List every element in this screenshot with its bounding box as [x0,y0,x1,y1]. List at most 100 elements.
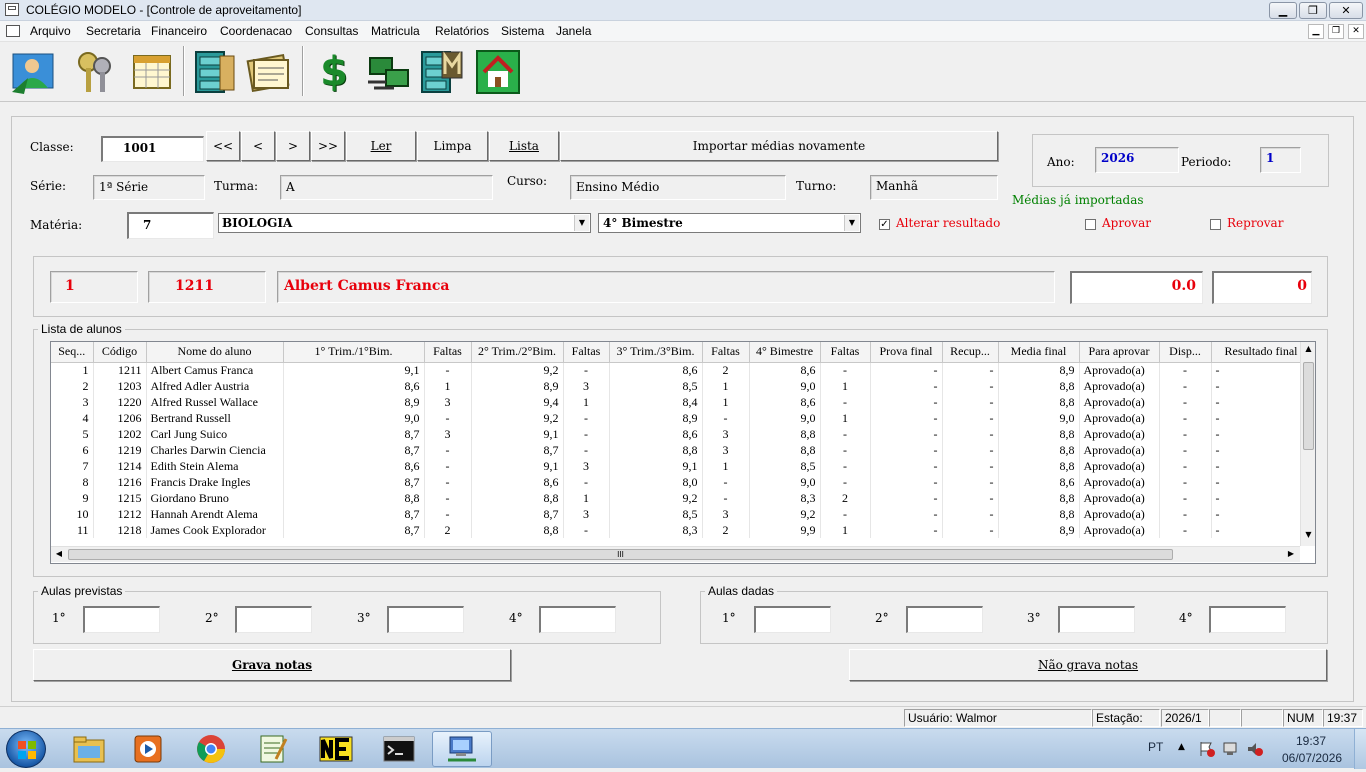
scroll-thumb[interactable] [1303,362,1314,450]
chevron-down-icon[interactable]: ▼ [574,215,589,231]
column-header[interactable]: Faltas [563,342,610,363]
mdi-close-button[interactable]: ✕ [1348,24,1364,39]
taskbar-cmd[interactable] [373,731,425,767]
table-row[interactable]: 11 1218 James Cook Explorador 8,7 2 8,8-8,3 2 9… [51,522,1301,538]
menu-janela[interactable]: Janela [556,24,591,38]
limpa-button[interactable]: Limpa [417,131,488,161]
file-cabinet-button[interactable] [188,47,240,97]
alterar-resultado-checkbox[interactable]: ✓ [879,219,890,230]
home-button[interactable] [472,47,524,97]
column-header[interactable]: 1° Trim./1°Bim. [283,342,425,363]
file-cabinet-m-button[interactable] [416,47,468,97]
tray-time[interactable]: 19:37 [1296,734,1326,748]
taskbar-explorer[interactable] [63,731,115,767]
aulas-dadas-input-3[interactable] [1058,606,1135,633]
grid-vertical-scrollbar[interactable]: ▲ ▼ [1300,342,1315,546]
scroll-right-arrow-icon[interactable]: ▶ [1285,549,1297,561]
nav-first-button[interactable]: << [206,131,240,161]
menu-coordenacao[interactable]: Coordenacao [220,24,292,38]
column-header[interactable]: Disp... [1159,342,1212,363]
column-header[interactable]: 3° Trim./3°Bim. [609,342,703,363]
lista-button[interactable]: Lista [489,131,559,161]
scroll-down-arrow-icon[interactable]: ▼ [1301,530,1316,544]
materia-code-input[interactable]: 7 [127,212,214,239]
start-button[interactable] [6,730,46,768]
column-header[interactable]: Para aprovar [1079,342,1160,363]
menu-financeiro[interactable]: Financeiro [151,24,207,38]
table-row[interactable]: 7 1214 Edith Stein Alema 8,6-9,1 3 9,1 1 8,5- - -… [51,458,1301,474]
column-header[interactable]: Resultado final [1211,342,1301,363]
reprovar-label[interactable]: Reprovar [1227,216,1283,230]
column-header[interactable]: Media final [998,342,1080,363]
aulas-dadas-input-2[interactable] [906,606,983,633]
table-row[interactable]: 8 1216 Francis Drake Ingles 8,7-8,6-8,0-9,0… [51,474,1301,490]
table-row[interactable]: 3 1220 Alfred Russel Wallace 8,9 3 9,4 1 8,4 1 8,… [51,394,1301,410]
grid-horizontal-scrollbar[interactable]: ◀ III ▶ [51,546,1300,562]
menu-arquivo[interactable]: Arquivo [30,24,71,38]
reprovar-checkbox[interactable] [1210,219,1221,230]
keys-button[interactable] [70,47,122,97]
mdi-minimize-button[interactable]: ▁ [1308,24,1324,39]
column-header[interactable]: Recup... [942,342,999,363]
taskbar-media-player[interactable] [122,731,174,767]
tray-flag-icon[interactable] [1198,740,1216,758]
classe-input[interactable]: 1001 [101,136,204,162]
menu-relatorios[interactable]: Relatórios [435,24,489,38]
table-row[interactable]: 5 1202 Carl Jung Suico 8,7 3 9,1-8,6 3 8,8- - -8,… [51,426,1301,442]
financeiro-button[interactable]: $ [308,47,360,97]
taskbar-network-app[interactable] [432,731,492,767]
aulas-previstas-input-4[interactable] [539,606,616,633]
calendar-button[interactable] [126,47,178,97]
network-button[interactable] [362,47,414,97]
column-header[interactable]: 4° Bimestre [749,342,821,363]
column-header[interactable]: Código [93,342,147,363]
aulas-dadas-input-4[interactable] [1209,606,1286,633]
aulas-previstas-input-2[interactable] [235,606,312,633]
table-row[interactable]: 2 1203 Alfred Adler Austria 8,6 1 8,9 3 8,5 1 9,0… [51,378,1301,394]
aulas-previstas-input-1[interactable] [83,606,160,633]
menu-secretaria[interactable]: Secretaria [86,24,141,38]
tray-volume-icon[interactable] [1246,740,1264,758]
nao-grava-notas-button[interactable]: Não grava notas [849,649,1327,681]
students-button[interactable] [8,47,60,97]
alterar-resultado-label[interactable]: Alterar resultado [896,216,1000,230]
column-header[interactable]: Faltas [820,342,871,363]
aprovar-checkbox[interactable] [1085,219,1096,230]
taskbar-notepad[interactable] [247,731,299,767]
scroll-left-arrow-icon[interactable]: ◀ [53,549,65,561]
scroll-hthumb[interactable]: III [68,549,1173,560]
grava-notas-button[interactable]: Grava notas [33,649,511,681]
scroll-up-arrow-icon[interactable]: ▲ [1301,344,1316,358]
tray-network-icon[interactable] [1222,740,1240,758]
column-header[interactable]: Faltas [424,342,472,363]
documents-button[interactable] [244,47,296,97]
show-desktop-button[interactable] [1354,729,1366,769]
aulas-dadas-input-1[interactable] [754,606,831,633]
nav-next-button[interactable]: > [276,131,310,161]
column-header[interactable]: 2° Trim./2°Bim. [471,342,564,363]
bimestre-select[interactable]: 4° Bimestre ▼ [598,213,861,233]
chevron-down-icon[interactable]: ▼ [844,215,859,231]
table-row[interactable]: 9 1215 Giordano Bruno 8,8-8,8 1 9,2-8,3 2- -8,8… [51,490,1301,506]
column-header[interactable]: Nome do aluno [146,342,284,363]
table-row[interactable]: 4 1206 Bertrand Russell 9,0-9,2-8,9-9,0 1- -9… [51,410,1301,426]
menu-matricula[interactable]: Matricula [371,24,420,38]
nav-last-button[interactable]: >> [311,131,345,161]
aprovar-label[interactable]: Aprovar [1102,216,1151,230]
tray-date[interactable]: 06/07/2026 [1282,751,1342,765]
column-header[interactable]: Seq... [51,342,94,363]
mdi-child-icon[interactable] [6,25,20,37]
column-header[interactable]: Faltas [702,342,750,363]
taskbar-ne-app[interactable] [310,731,362,767]
table-row[interactable]: 10 1212 Hannah Arendt Alema 8,7-8,7 3 8,5 3 9,2… [51,506,1301,522]
current-value-input[interactable]: 0.0 [1070,271,1203,304]
ler-button[interactable]: Ler [346,131,416,161]
tray-up-arrow-icon[interactable]: ▲ [1178,742,1185,752]
column-header[interactable]: Prova final [870,342,943,363]
restore-button[interactable]: ❐ [1299,2,1327,19]
minimize-button[interactable]: ▁ [1269,2,1297,19]
mdi-restore-button[interactable]: ❐ [1328,24,1344,39]
menu-sistema[interactable]: Sistema [501,24,544,38]
close-button[interactable]: ✕ [1329,2,1363,19]
taskbar-chrome[interactable] [185,731,237,767]
